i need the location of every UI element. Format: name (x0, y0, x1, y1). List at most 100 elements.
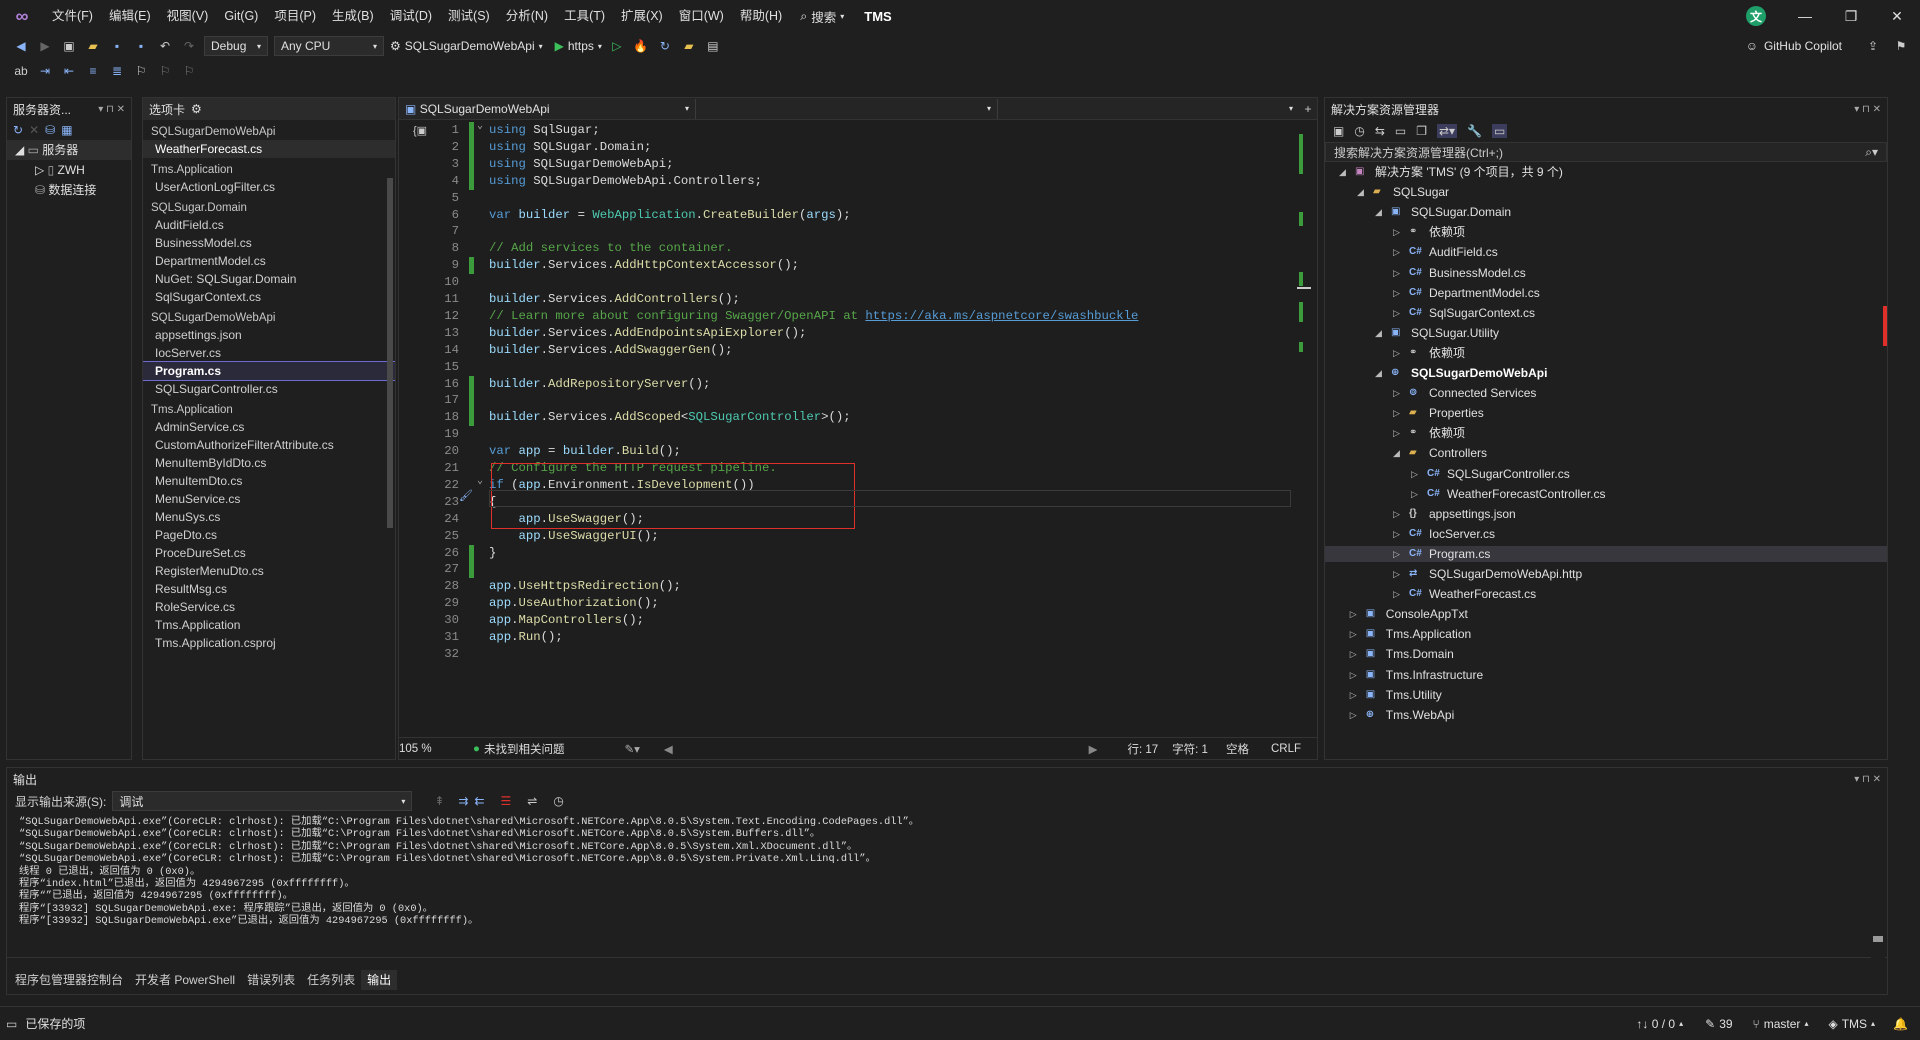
code-line[interactable]: builder.Services.AddHttpContextAccessor(… (489, 257, 799, 274)
tree-expander-icon[interactable]: ▷ (1393, 546, 1400, 562)
bookmark-next-icon[interactable]: ⚐ (180, 62, 198, 80)
git-sync-status[interactable]: ↑↓ 0 / 0 (1636, 1017, 1675, 1031)
code-line[interactable]: // Add services to the container. (489, 240, 733, 257)
tree-expander-icon[interactable]: ▷ (1393, 285, 1400, 301)
menu-item[interactable]: 帮助(H) (732, 0, 790, 32)
solution-tree-item[interactable]: ▷ C# AuditField.cs (1325, 244, 1887, 260)
type-dropdown[interactable]: ▾ (695, 98, 997, 119)
filter-icon[interactable]: ⇄▾ (1437, 124, 1458, 138)
tab-file-item[interactable]: AdminService.cs (143, 418, 395, 436)
tab-file-item[interactable]: IocServer.cs (143, 344, 395, 362)
bookmark-icon[interactable]: ⚐ (132, 62, 150, 80)
restore-icon[interactable]: ❐ (1828, 0, 1874, 32)
solution-tree-item[interactable]: ▷ {} appsettings.json (1325, 506, 1887, 522)
open-icon[interactable]: ▰ (84, 37, 102, 55)
tab-file-item[interactable]: appsettings.json (143, 326, 395, 344)
comment-icon[interactable]: ≡ (84, 62, 102, 80)
tab-file-item[interactable]: SQLSugarController.cs (143, 380, 395, 398)
tab-file-item[interactable]: BusinessModel.cs (143, 234, 395, 252)
code-line[interactable]: builder.Services.AddControllers(); (489, 291, 740, 308)
solution-tree-item[interactable]: ▷ ▣ Tms.Domain (1325, 646, 1887, 662)
pending-changes-icon[interactable]: ⇆ (1375, 124, 1385, 138)
tree-expander-icon[interactable]: ◢ (1357, 184, 1364, 200)
panel-controls-icon[interactable]: ▾ ⊓ ✕ (1854, 104, 1881, 115)
clear-all-icon[interactable]: ☰ (501, 794, 512, 808)
solution-tree-item[interactable]: ▷ ▣ Tms.Application (1325, 626, 1887, 642)
menu-item[interactable]: 窗口(W) (671, 0, 732, 32)
menu-item[interactable]: Git(G) (216, 0, 266, 32)
scroll-left-icon[interactable]: ◀ (664, 742, 673, 756)
editor-scrollbar[interactable] (1297, 122, 1311, 736)
menu-item[interactable]: 项目(P) (266, 0, 324, 32)
solution-tree-item[interactable]: ▷ ▣ ConsoleAppTxt (1325, 606, 1887, 622)
minimize-icon[interactable]: — (1782, 0, 1828, 32)
save-icon[interactable]: ▪ (108, 37, 126, 55)
code-line[interactable]: app.Run(); (489, 629, 563, 646)
outdent-icon[interactable]: ⇤ (60, 62, 78, 80)
bottom-tab[interactable]: 输出 (361, 970, 398, 990)
stop-icon[interactable]: ✕ (29, 123, 39, 137)
solution-tree-item[interactable]: ◢ ▰ SQLSugar (1325, 184, 1887, 200)
tab-file-item[interactable]: MenuService.cs (143, 490, 395, 508)
tab-file-item[interactable]: WeatherForecast.cs (143, 140, 395, 158)
copilot-button[interactable]: ☺ GitHub Copilot (1746, 39, 1858, 53)
tab-file-item[interactable]: ResultMsg.cs (143, 580, 395, 598)
fold-chevron-icon[interactable]: ⌄ (477, 475, 483, 487)
config-dropdown[interactable]: Debug ▾ (204, 36, 268, 56)
solution-tree-item[interactable]: ◢ ▣ SQLSugar.Utility (1325, 325, 1887, 341)
tab-file-item[interactable]: MenuItemByIdDto.cs (143, 454, 395, 472)
tree-expander-icon[interactable]: ▷ (1393, 244, 1400, 260)
code-line[interactable]: builder.AddRepositoryServer(); (489, 376, 710, 393)
menu-item[interactable]: 编辑(E) (101, 0, 159, 32)
refresh-icon[interactable]: ↻ (656, 37, 674, 55)
undo-icon[interactable]: ↶ (156, 37, 174, 55)
solution-tree-item[interactable]: ▷ ▣ Tms.Infrastructure (1325, 667, 1887, 683)
member-dropdown[interactable]: ▾ (997, 98, 1299, 119)
solution-tree-item[interactable]: ▷ ⊕ Tms.WebApi (1325, 707, 1887, 723)
tree-expander-icon[interactable]: ▷ (1393, 425, 1400, 441)
bookmark-prev-icon[interactable]: ⚐ (156, 62, 174, 80)
tree-expander-icon[interactable]: ▷ (1411, 466, 1418, 482)
code-line[interactable]: // Learn more about configuring Swagger/… (489, 308, 1138, 325)
code-line[interactable]: var app = builder.Build(); (489, 443, 681, 460)
tree-expander-icon[interactable]: ▷ (1350, 687, 1357, 703)
code-line[interactable]: builder.Services.AddEndpointsApiExplorer… (489, 325, 806, 342)
connect-server-icon[interactable]: ▦ (61, 123, 72, 137)
tab-file-item[interactable]: Tms.Application (143, 616, 395, 634)
tree-expander-icon[interactable]: ▷ (1393, 265, 1400, 281)
indent-icon[interactable]: ⇥ (36, 62, 54, 80)
start-without-debugging-icon[interactable]: ▷ (608, 37, 626, 55)
solution-tree-item[interactable]: ◢ ▰ Controllers (1325, 445, 1887, 461)
layout-icon[interactable]: ▤ (704, 37, 722, 55)
output-source-dropdown[interactable]: 调试 ▾ (112, 791, 413, 811)
tree-expander-icon[interactable]: ▷ (1393, 224, 1400, 240)
panel-controls-icon[interactable]: ▾ ⊓ ✕ (98, 104, 125, 115)
solution-tree-item[interactable]: ▷ ⚭ 依赖项 (1325, 224, 1887, 240)
tree-expander-icon[interactable]: ◢ (1375, 365, 1382, 381)
solution-tree-item[interactable]: ▷ C# BusinessModel.cs (1325, 265, 1887, 281)
tree-expander-icon[interactable]: ▷ (1393, 405, 1400, 421)
word-wrap-icon[interactable]: ⇌ (527, 794, 537, 808)
solution-tree-item[interactable]: ▷ C# WeatherForecast.cs (1325, 586, 1887, 602)
bottom-tab[interactable]: 开发者 PowerShell (129, 970, 241, 990)
tree-expander-icon[interactable]: ▷ (1350, 667, 1357, 683)
redo-icon[interactable]: ↷ (180, 37, 198, 55)
tree-expander-icon[interactable]: ▷ (1350, 707, 1357, 723)
issues-status[interactable]: 未找到相关问题 (484, 741, 565, 757)
solution-tree-item[interactable]: ▷ ⚭ 依赖项 (1325, 345, 1887, 361)
project-dropdown[interactable]: ▣ SQLSugarDemoWebApi ▾ (399, 98, 695, 119)
collapse-all-icon[interactable]: ▭ (1395, 124, 1406, 138)
fold-chevron-icon[interactable]: ⌄ (477, 120, 483, 132)
tree-expander-icon[interactable]: ▷ (1350, 626, 1357, 642)
bottom-tab[interactable]: 程序包管理器控制台 (9, 970, 129, 990)
solution-tree-item[interactable]: ▷ C# SQLSugarController.cs (1325, 466, 1887, 482)
back-icon[interactable]: ◀ (12, 37, 30, 55)
tab-file-item[interactable]: UserActionLogFilter.cs (143, 178, 395, 196)
tree-expander-icon[interactable]: ▷ (1350, 606, 1357, 622)
code-line[interactable]: app.UseAuthorization(); (489, 595, 659, 612)
solution-tree-item[interactable]: ▷ C# IocServer.cs (1325, 526, 1887, 542)
code-line[interactable]: app.UseHttpsRedirection(); (489, 578, 681, 595)
hot-reload-icon[interactable]: 🔥 (632, 37, 650, 55)
spell-icon[interactable]: ab (12, 62, 30, 80)
bottom-tab[interactable]: 错误列表 (241, 970, 301, 990)
